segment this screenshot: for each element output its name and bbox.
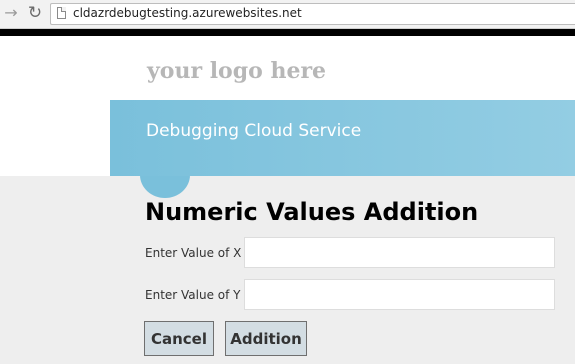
header-white-left xyxy=(0,100,110,176)
site-banner: Debugging Cloud Service xyxy=(110,100,575,176)
url-text[interactable]: cldazrdebugtesting.azurewebsites.net xyxy=(73,6,302,20)
y-value-label: Enter Value of Y xyxy=(145,288,241,302)
cancel-button[interactable]: Cancel xyxy=(144,321,214,356)
reload-icon[interactable]: ↻ xyxy=(26,4,44,22)
banner-title: Debugging Cloud Service xyxy=(146,121,362,141)
y-value-input[interactable] xyxy=(244,279,555,310)
arrow-left-icon[interactable]: → xyxy=(2,4,20,22)
black-strip xyxy=(0,29,575,36)
x-value-input[interactable] xyxy=(244,237,555,268)
page-title: Numeric Values Addition xyxy=(145,198,479,226)
address-bar[interactable]: cldazrdebugtesting.azurewebsites.net xyxy=(50,3,575,25)
page-icon xyxy=(57,7,66,19)
addition-button[interactable]: Addition xyxy=(225,321,307,356)
browser-toolbar: → ↻ cldazrdebugtesting.azurewebsites.net xyxy=(0,0,575,29)
x-value-label: Enter Value of X xyxy=(145,246,242,260)
site-logo[interactable]: your logo here xyxy=(147,58,326,84)
